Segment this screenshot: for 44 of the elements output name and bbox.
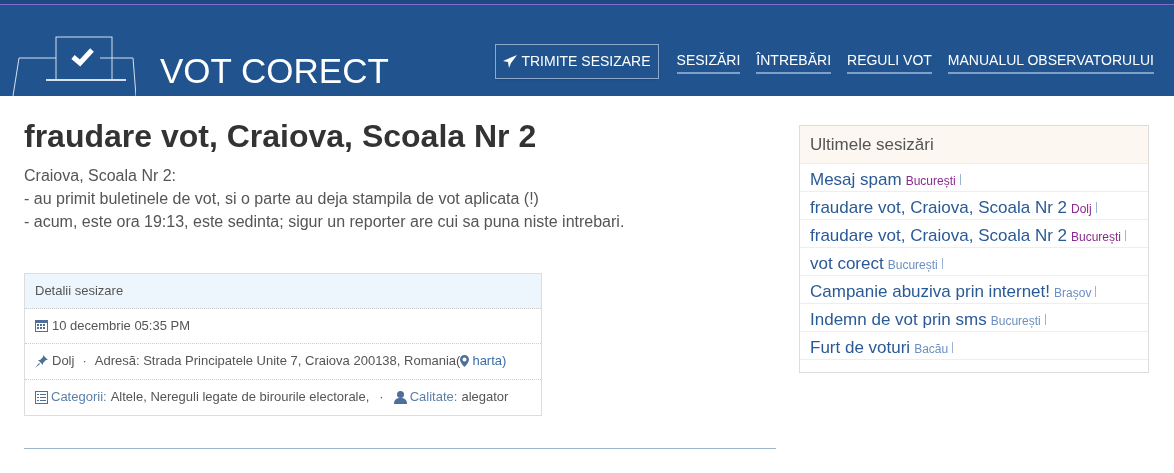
categories-text: Altele, Nereguli legate de birourile electorale, [110,388,370,407]
report-link[interactable]: Mesaj spam [810,167,902,193]
report-link[interactable]: vot corect [810,251,884,277]
location-text: Bacău [914,341,949,358]
quality-label: Calitate: [409,388,458,407]
quality-text: alegator [461,388,509,407]
body-text-line: Craiova, Scoala Nr 2: [24,166,178,186]
address-text: Adresă: Strada Principatele Unite 7, Craiova 200138, Romania( [94,352,461,371]
separator-dot: · [82,352,87,371]
nav-link[interactable]: ÎNTREBĂRI [756,49,832,74]
nav-link[interactable]: SESIZĂRI [676,49,741,74]
report-link[interactable]: Campanie abuziva prin internet! [810,279,1051,305]
user-icon [393,390,407,404]
ballot-box-logo-icon [12,36,136,96]
report-title: fraudare vot, Craiova, Scoala Nr 2 [24,117,538,156]
logo-title[interactable]: VOT CORECT [160,53,389,88]
parenthesis-text: ) [502,352,507,371]
report-link[interactable]: Furt de voturi [810,335,911,361]
nav-link[interactable]: REGULI VOT [847,49,932,74]
pushpin-icon [35,354,48,368]
location-text: Brașov [1054,285,1092,302]
report-button[interactable]: TRIMITE SESIZARE [495,44,659,79]
body-text-line: - acum, este ora 19:13, este sedinta; sigur un reporter are cui sa puna niste intrebari. [24,212,626,232]
paper-plane-icon [503,55,518,68]
separator-dot: · [379,388,384,407]
nav-link[interactable]: MANUALUL OBSERVATORULUI [947,49,1154,74]
location-text: București [1071,229,1122,246]
location-text: București [887,257,938,274]
categories-label: Categorii: [51,388,107,407]
list-icon [35,390,48,404]
location-text: București [905,173,956,190]
location-text: Dolj [1071,201,1092,218]
details-heading: Detalii sesizare [25,274,541,309]
report-link[interactable]: fraudare vot, Craiova, Scoala Nr 2 [810,223,1067,249]
map-link[interactable]: harta [460,351,503,371]
county-text: Dolj [52,352,75,371]
sidebar-heading: Ultimele sesizări [800,126,1148,164]
map-pin-icon [460,355,470,367]
body-text-line: - au primit buletinele de vot, si o parte au deja stampila de vot aplicata (!) [24,189,540,209]
report-link[interactable]: Indemn de vot prin sms [810,307,987,333]
report-link[interactable]: fraudare vot, Craiova, Scoala Nr 2 [810,195,1067,221]
calendar-icon [35,319,48,332]
date-text: 10 decembrie 05:35 PM [52,316,191,335]
location-text: București [990,313,1041,330]
